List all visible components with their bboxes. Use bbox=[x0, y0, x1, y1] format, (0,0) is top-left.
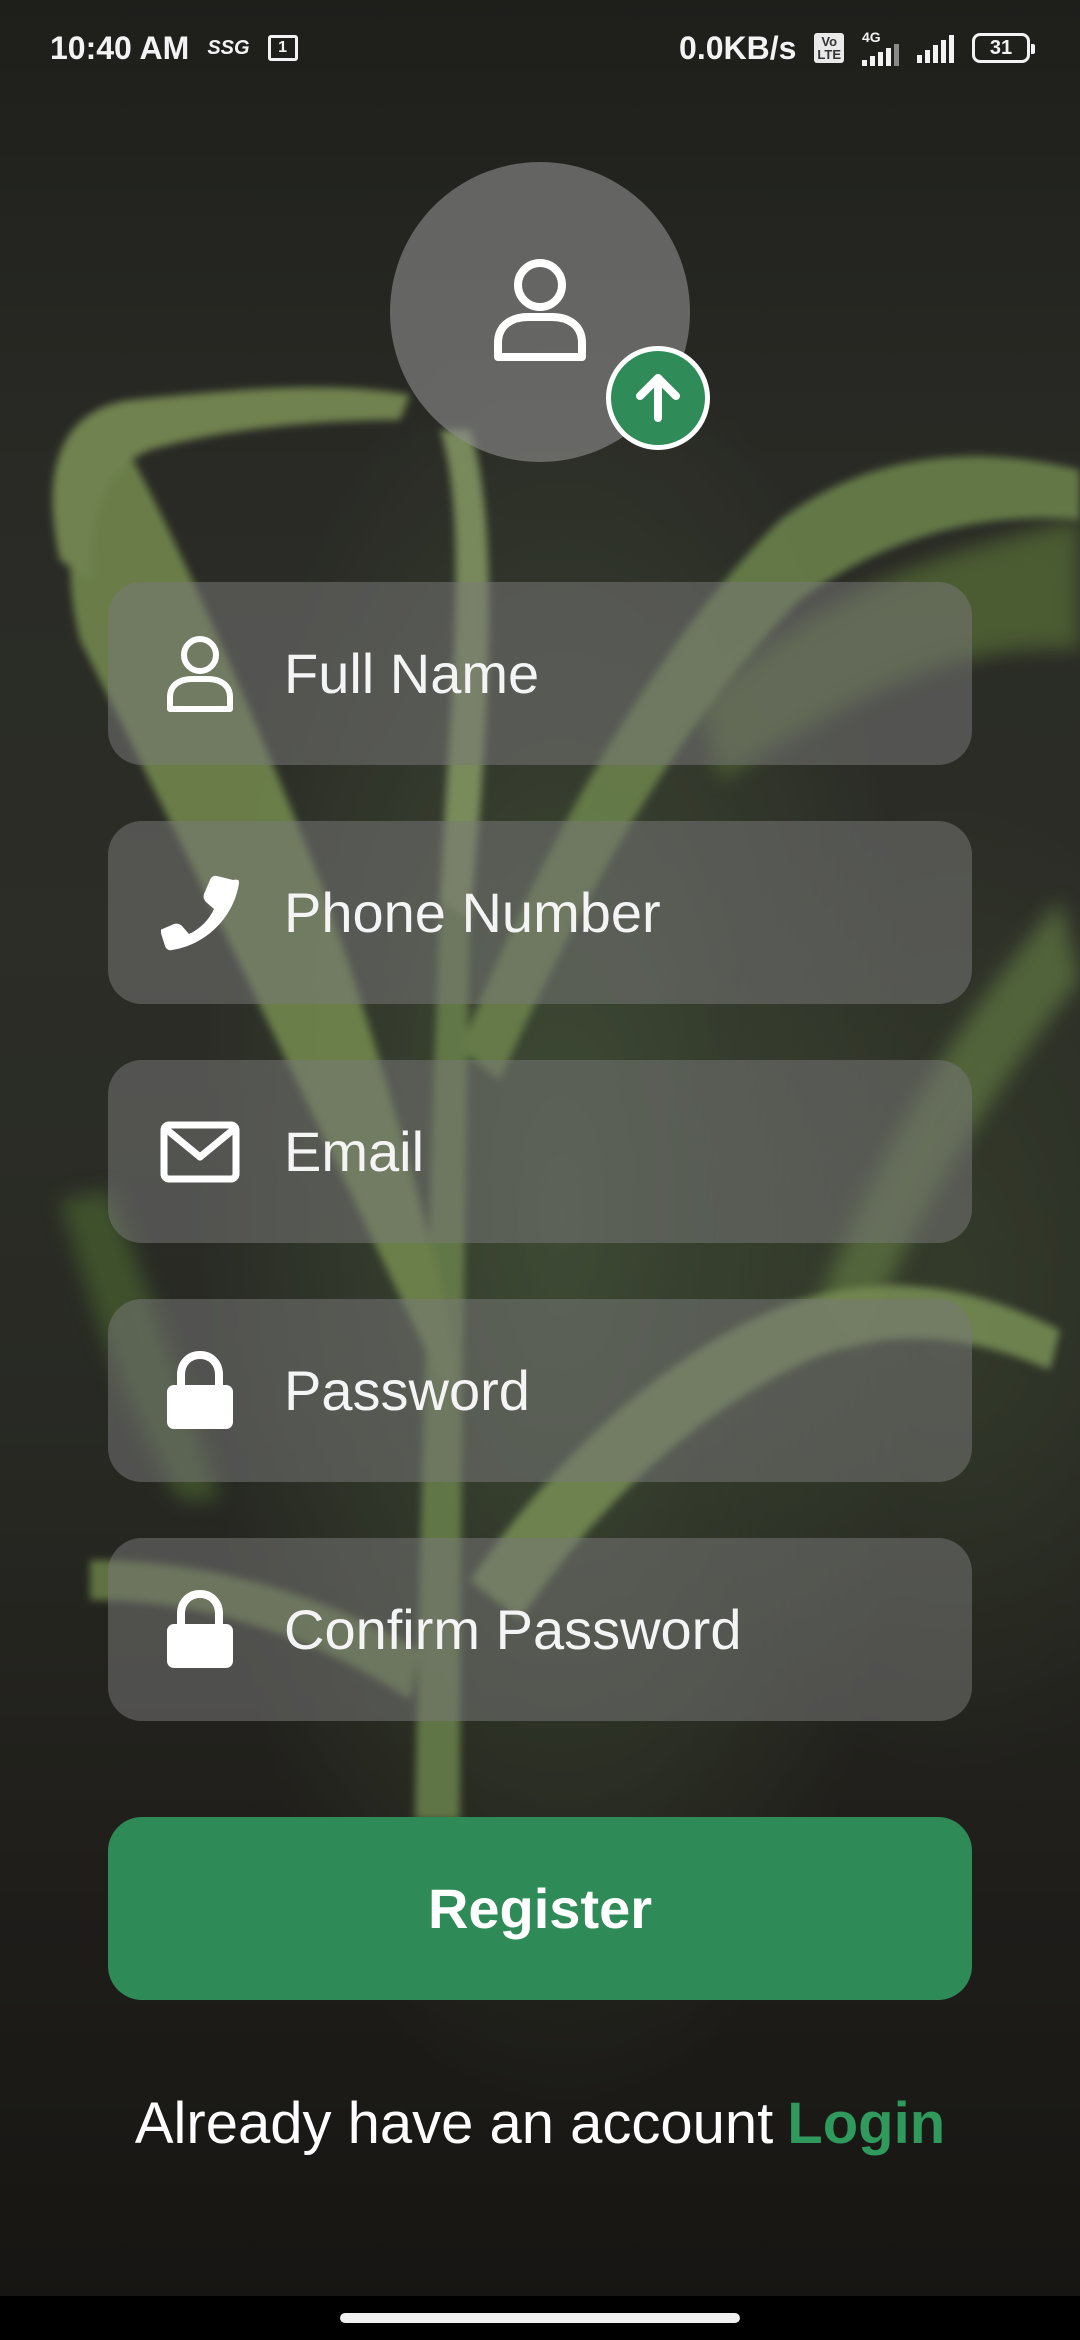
carrier-badge: SSG bbox=[207, 36, 250, 59]
upload-photo-button[interactable] bbox=[606, 346, 710, 450]
full-name-field[interactable] bbox=[108, 582, 972, 765]
envelope-icon bbox=[160, 1112, 240, 1192]
password-field[interactable] bbox=[108, 1299, 972, 1482]
email-field[interactable] bbox=[108, 1060, 972, 1243]
signal-icon bbox=[917, 33, 954, 63]
volte-bottom: LTE bbox=[817, 47, 841, 62]
lock-icon bbox=[160, 1589, 240, 1670]
login-prompt-text: Already have an account bbox=[134, 2091, 774, 2156]
register-button[interactable]: Register bbox=[108, 1817, 972, 2000]
signal-4g-icon: 4G bbox=[862, 30, 899, 66]
battery-icon: 31 bbox=[972, 33, 1035, 63]
login-link[interactable]: Login bbox=[787, 2091, 945, 2156]
user-icon bbox=[160, 634, 240, 714]
user-icon bbox=[492, 255, 588, 370]
login-prompt: Already have an account Login bbox=[0, 2090, 1080, 2157]
phone-field[interactable] bbox=[108, 821, 972, 1004]
home-indicator[interactable] bbox=[340, 2313, 740, 2323]
email-input[interactable] bbox=[284, 1119, 924, 1184]
phone-input[interactable] bbox=[284, 880, 924, 945]
volte-icon: Vo LTE bbox=[814, 33, 844, 63]
network-speed: 0.0KB/s bbox=[679, 29, 797, 66]
status-bar: 10:40 AM SSG 1 0.0KB/s Vo LTE 4G 31 bbox=[0, 0, 1080, 96]
notification-icon: 1 bbox=[267, 35, 298, 61]
arrow-up-icon bbox=[628, 366, 688, 431]
confirm-password-field[interactable] bbox=[108, 1538, 972, 1721]
full-name-input[interactable] bbox=[284, 641, 924, 706]
lock-icon bbox=[160, 1350, 240, 1431]
password-input[interactable] bbox=[284, 1358, 924, 1423]
confirm-password-input[interactable] bbox=[284, 1597, 924, 1662]
network-type: 4G bbox=[862, 29, 881, 45]
phone-icon bbox=[160, 873, 240, 953]
clock: 10:40 AM bbox=[50, 29, 190, 66]
battery-level: 31 bbox=[989, 36, 1013, 59]
